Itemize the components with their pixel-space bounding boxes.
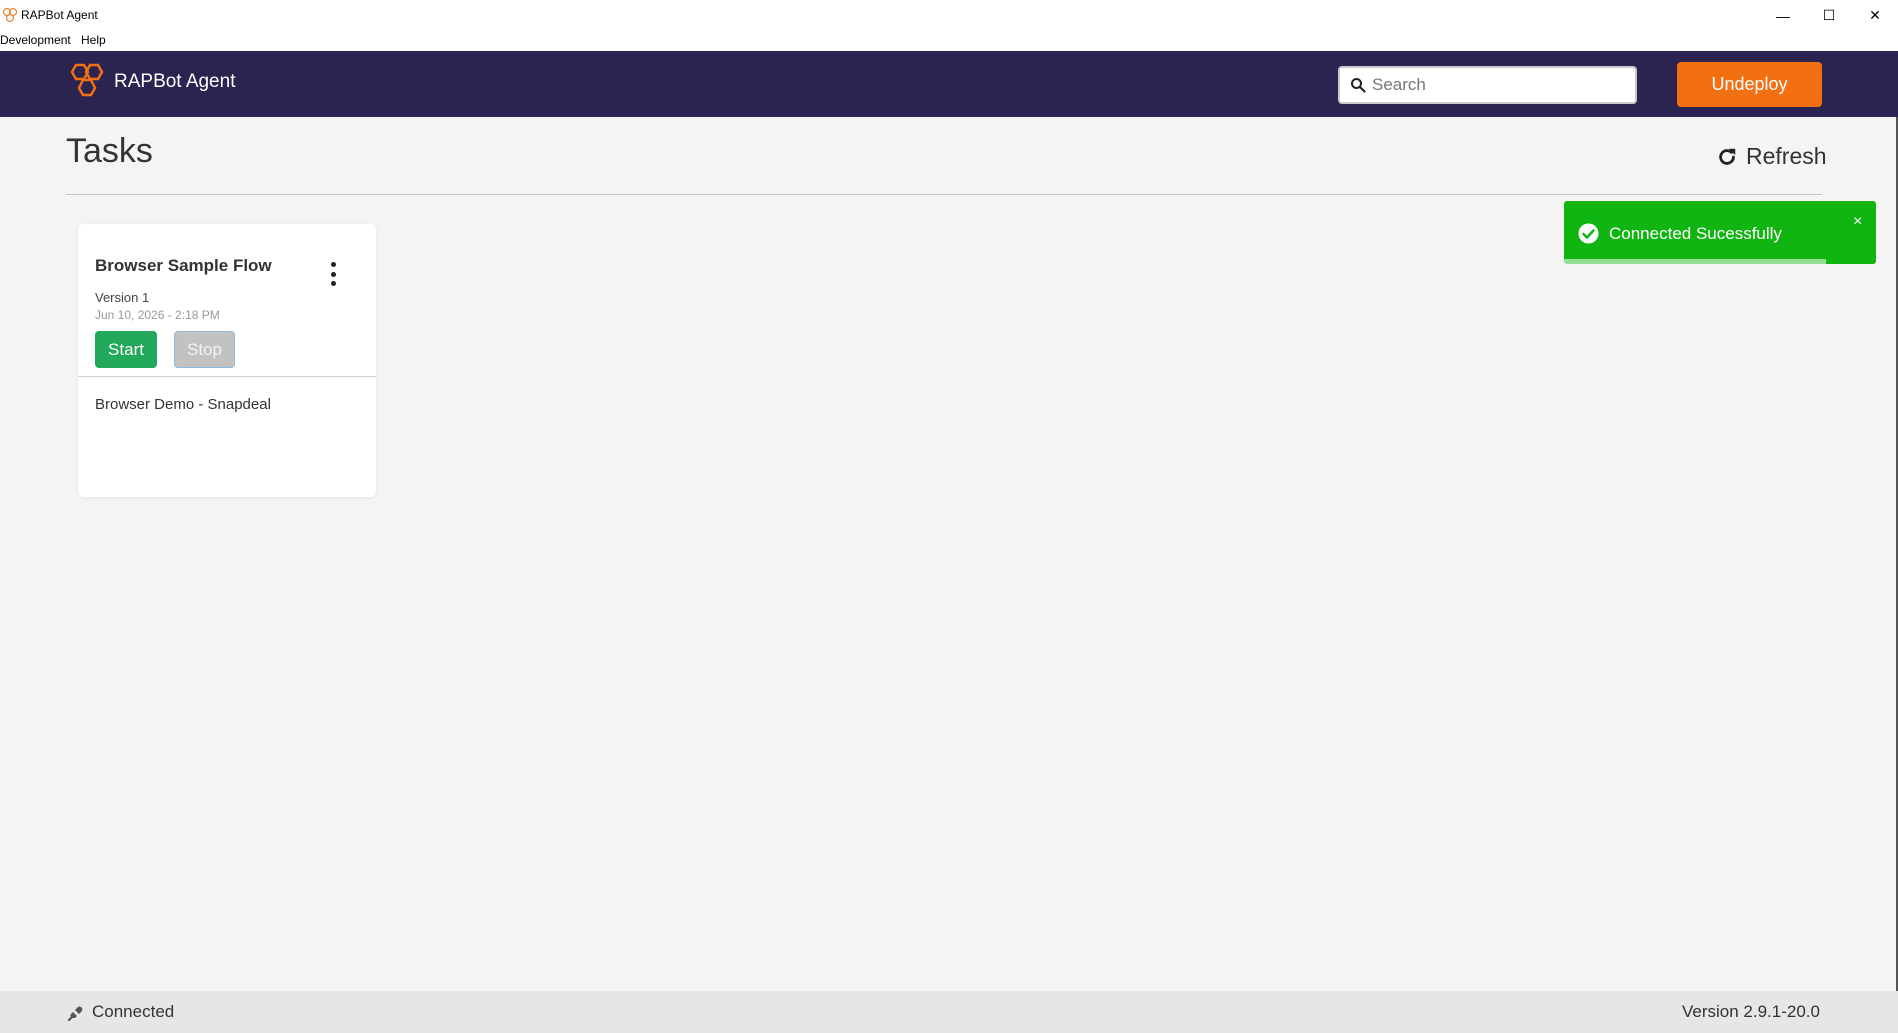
app-header: RAPBot Agent Undeploy (0, 51, 1898, 117)
undeploy-button[interactable]: Undeploy (1677, 62, 1822, 107)
check-circle-icon (1578, 223, 1599, 244)
task-date: Jun 10, 2026 - 2:18 PM (95, 308, 220, 322)
task-version: Version 1 (95, 290, 150, 305)
refresh-icon (1719, 148, 1736, 165)
title-divider (66, 194, 1822, 195)
connection-status: Connected (92, 1002, 175, 1021)
window-controls: — ☐ ✕ (1760, 0, 1898, 31)
maximize-button[interactable]: ☐ (1806, 0, 1852, 31)
window-title: RAPBot Agent (21, 8, 98, 22)
toast-close-icon[interactable]: × (1853, 213, 1862, 231)
refresh-button[interactable]: Refresh (1716, 143, 1827, 170)
menu-development[interactable]: Development (0, 33, 71, 47)
toast-progress-bar (1564, 259, 1827, 264)
task-name: Browser Sample Flow (95, 256, 272, 275)
app-logo-icon (2, 7, 18, 23)
status-bar: Connected Version 2.9.1-20.0 (0, 991, 1898, 1033)
task-card: Browser Sample Flow Version 1 Jun 10, 20… (78, 224, 376, 497)
window-titlebar: RAPBot Agent — ☐ ✕ (0, 0, 1898, 31)
search-input[interactable] (1372, 68, 1627, 102)
success-toast: Connected Sucessfully × (1564, 201, 1876, 264)
refresh-label: Refresh (1746, 143, 1827, 169)
search-icon (1351, 78, 1366, 93)
plug-icon (67, 1006, 83, 1022)
close-window-button[interactable]: ✕ (1852, 0, 1898, 31)
minimize-button[interactable]: — (1760, 0, 1806, 31)
stop-button[interactable]: Stop (174, 331, 235, 368)
search-field[interactable] (1338, 66, 1637, 104)
more-options-icon[interactable] (323, 262, 343, 286)
app-version: Version 2.9.1-20.0 (1682, 1002, 1820, 1021)
brand-logo-icon (70, 63, 104, 97)
menubar: Development Help (0, 31, 1898, 51)
start-button[interactable]: Start (95, 331, 157, 368)
page-title: Tasks (66, 132, 153, 170)
card-divider (78, 376, 376, 377)
brand-name: RAPBot Agent (114, 71, 236, 92)
toast-message: Connected Sucessfully (1609, 224, 1782, 243)
menu-help[interactable]: Help (81, 33, 106, 47)
task-description: Browser Demo - Snapdeal (95, 396, 271, 413)
